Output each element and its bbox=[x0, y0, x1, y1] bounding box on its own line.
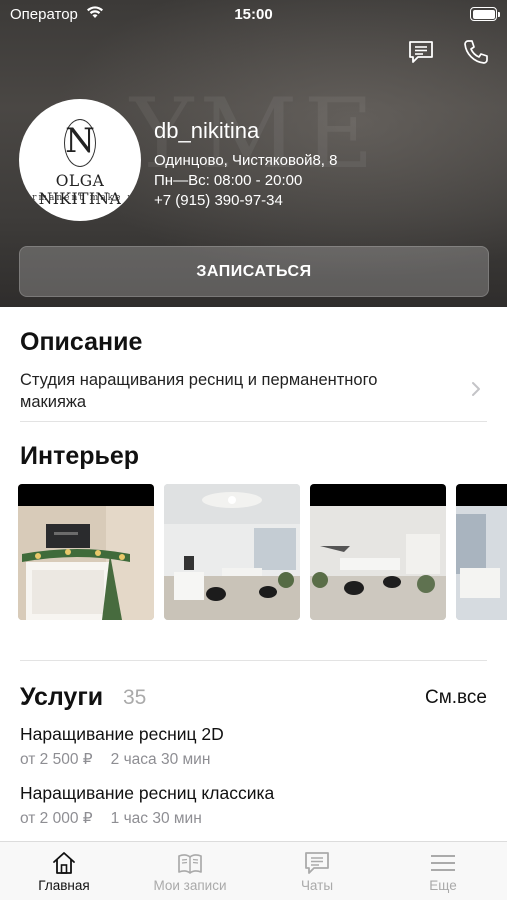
service-meta: от 2 000 ₽ 1 час 30 мин bbox=[20, 809, 487, 828]
service-duration: 1 час 30 мин bbox=[110, 810, 202, 827]
tab-more[interactable]: Еще bbox=[380, 842, 506, 900]
salon-logo: N OLGA NIKITINA ermanent make u bbox=[19, 99, 141, 221]
tab-label: Чаты bbox=[300, 878, 334, 893]
chat-icon bbox=[305, 852, 329, 874]
profile-name: db_nikitina bbox=[154, 118, 260, 143]
profile-phone[interactable]: +7 (915) 390-97-34 bbox=[154, 191, 337, 211]
interior-photo[interactable] bbox=[456, 484, 507, 620]
profile-header: YME Оператор 15:00 N OLGA NIKITINA erman… bbox=[0, 0, 507, 307]
interior-photo[interactable] bbox=[164, 484, 300, 620]
tab-chats[interactable]: Чаты bbox=[254, 842, 380, 900]
tab-bookings[interactable]: Мои записи bbox=[127, 842, 253, 900]
home-icon bbox=[53, 852, 75, 874]
tab-home[interactable]: Главная bbox=[1, 842, 127, 900]
tab-label: Мои записи bbox=[153, 878, 227, 893]
status-bar: Оператор 15:00 bbox=[0, 0, 507, 30]
divider bbox=[20, 660, 487, 661]
battery-icon bbox=[470, 7, 500, 21]
tab-label: Еще bbox=[429, 878, 457, 893]
chevron-right-icon[interactable] bbox=[470, 381, 482, 397]
description-title: Описание bbox=[20, 328, 143, 356]
interior-title: Интерьер bbox=[20, 442, 140, 470]
interior-photo[interactable] bbox=[310, 484, 446, 620]
service-meta: от 2 500 ₽ 2 часа 30 мин bbox=[20, 750, 487, 769]
clock: 15:00 bbox=[234, 6, 273, 23]
services-count: 35 bbox=[123, 686, 147, 709]
service-item[interactable]: Наращивание ресниц классика от 2 000 ₽ 1 … bbox=[20, 781, 487, 828]
services-title: Услуги bbox=[20, 683, 104, 711]
phone-icon[interactable] bbox=[462, 38, 490, 66]
interior-gallery[interactable] bbox=[18, 484, 507, 620]
tab-label: Главная bbox=[38, 878, 90, 893]
profile-hours: Пн—Вс: 08:00 - 20:00 bbox=[154, 172, 303, 189]
book-icon bbox=[178, 854, 202, 874]
service-price: от 2 000 ₽ bbox=[20, 810, 93, 827]
message-icon[interactable] bbox=[407, 38, 435, 66]
description-text[interactable]: Студия наращивания ресниц и перманентног… bbox=[20, 369, 420, 413]
service-duration: 2 часа 30 мин bbox=[110, 751, 211, 768]
service-name: Наращивание ресниц 2D bbox=[20, 724, 224, 744]
service-price: от 2 500 ₽ bbox=[20, 751, 93, 768]
divider bbox=[20, 421, 487, 422]
logo-letter: N bbox=[65, 121, 95, 161]
logo-subtitle: ermanent make u bbox=[24, 193, 136, 203]
interior-photo[interactable] bbox=[18, 484, 154, 620]
menu-icon bbox=[431, 855, 455, 871]
book-button[interactable]: ЗАПИСАТЬСЯ bbox=[19, 246, 489, 297]
service-item[interactable]: Наращивание ресниц 2D от 2 500 ₽ 2 часа 3… bbox=[20, 722, 487, 769]
profile-info: db_nikitina Одинцово, Чистяковой8, 8 Пн—… bbox=[154, 118, 337, 211]
profile-address: Одинцово, Чистяковой8, 8 bbox=[154, 152, 338, 169]
see-all-link[interactable]: См.все bbox=[425, 687, 487, 709]
service-name: Наращивание ресниц классика bbox=[20, 783, 275, 803]
tab-bar: Главная Мои записи Чаты Еще bbox=[0, 841, 507, 900]
